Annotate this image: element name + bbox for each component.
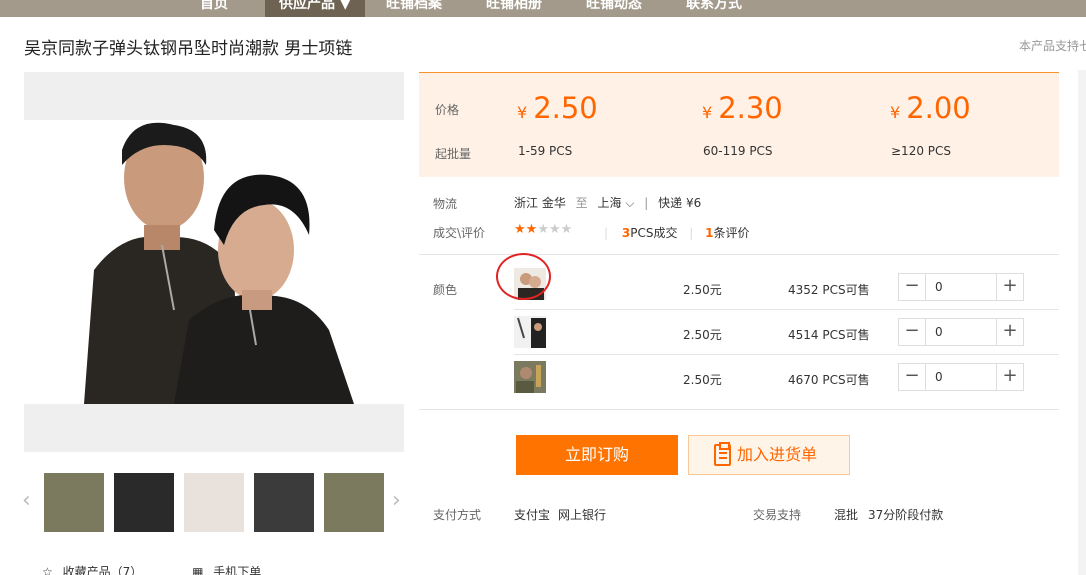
nav-products[interactable]: 供应产品 ▼ xyxy=(265,0,365,17)
trade-option: 37分阶段付款 xyxy=(868,508,944,522)
plus-button[interactable]: + xyxy=(996,274,1023,300)
mobile-order-link[interactable]: 手机下单 xyxy=(213,565,261,575)
star-icon: ★ xyxy=(514,222,526,237)
highlight-circle xyxy=(496,253,551,300)
rating-stars: ★★★★★ xyxy=(514,222,572,237)
shipping-info: 浙江 金华 至 上海 ⌵ | 快递 ¥6 xyxy=(514,196,702,210)
support-note: 本产品支持七 xyxy=(1019,39,1086,53)
review-count[interactable]: 1 xyxy=(705,226,713,240)
quantity-stepper: − + xyxy=(898,273,1024,301)
reviews-label: 成交\评价 xyxy=(433,226,486,240)
quantity-input[interactable] xyxy=(927,364,995,390)
minus-button[interactable]: − xyxy=(899,364,926,390)
deal-count[interactable]: 3 xyxy=(622,226,630,240)
minus-button[interactable]: − xyxy=(899,274,926,300)
ship-from: 浙江 金华 xyxy=(514,196,566,210)
tier-range: 1-59 PCS xyxy=(518,144,573,158)
quantity-input[interactable] xyxy=(927,274,995,300)
deal-summary: | 3PCS成交 | 1条评价 xyxy=(604,226,750,240)
plus-button[interactable]: + xyxy=(996,364,1023,390)
chevron-down-icon: ⌵ xyxy=(625,196,635,210)
thumbnail-2[interactable] xyxy=(114,473,174,532)
nav-profile[interactable]: 旺铺档案 xyxy=(372,0,456,17)
plus-button[interactable]: + xyxy=(996,319,1023,345)
nav-album[interactable]: 旺铺相册 xyxy=(472,0,556,17)
payment-label: 支付方式 xyxy=(433,508,482,522)
sku-stock: 4352 PCS可售 xyxy=(788,283,870,297)
thumbnail-strip: ‹ › xyxy=(22,472,412,534)
top-nav: 首页 供应产品 ▼ 旺铺档案 旺铺相册 旺铺动态 联系方式 xyxy=(0,0,1086,17)
thumbnail-3[interactable] xyxy=(184,473,244,532)
bottom-links: ☆ 收藏产品（7） ▦ 手机下单 xyxy=(42,563,267,575)
favorite-link[interactable]: 收藏产品（7） xyxy=(63,565,143,575)
sku-stock: 4670 PCS可售 xyxy=(788,373,870,387)
express-fee: 快递 ¥6 xyxy=(658,196,702,210)
star-icon: ★ xyxy=(525,222,538,237)
minus-button[interactable]: − xyxy=(899,319,926,345)
color-label: 颜色 xyxy=(433,283,458,297)
quantity-stepper: − + xyxy=(898,363,1024,391)
sku-price: 2.50元 xyxy=(683,283,722,297)
tier-range: 60-119 PCS xyxy=(703,144,773,158)
chevron-right-icon[interactable]: › xyxy=(392,489,401,513)
order-now-button[interactable]: 立即订购 xyxy=(516,435,678,475)
logistics-label: 物流 xyxy=(433,197,458,211)
payment-method: 支付宝 xyxy=(514,508,551,522)
trade-support-label: 交易支持 xyxy=(753,508,802,522)
tier-price: ¥2.30 xyxy=(702,91,783,125)
add-to-cart-button[interactable]: 加入进货单 xyxy=(688,435,850,475)
star-icon: ★ xyxy=(548,222,561,237)
quantity-stepper: − + xyxy=(898,318,1024,346)
trade-option: 混批 xyxy=(834,508,859,522)
thumbnail-5[interactable] xyxy=(324,473,384,532)
sku-thumbnail-2[interactable] xyxy=(514,316,546,348)
chevron-left-icon[interactable]: ‹ xyxy=(22,489,31,513)
price-box: 价格 起批量 ¥2.50 ¥2.30 ¥2.00 1-59 PCS 60-119… xyxy=(419,72,1059,177)
divider xyxy=(419,409,1059,410)
divider xyxy=(514,354,1059,355)
clipboard-icon xyxy=(714,442,731,466)
sku-thumbnail-3[interactable] xyxy=(514,361,546,393)
qrcode-icon[interactable]: ▦ xyxy=(192,565,203,575)
product-title: 吴京同款子弹头钛钢吊坠时尚潮款 男士项链 xyxy=(24,39,353,59)
star-icon: ★ xyxy=(560,222,573,237)
quantity-input[interactable] xyxy=(927,319,995,345)
nav-contact[interactable]: 联系方式 xyxy=(672,0,756,17)
main-product-image[interactable] xyxy=(24,72,404,452)
tier-range: ≥120 PCS xyxy=(891,144,952,158)
thumbnail-1[interactable] xyxy=(44,473,104,532)
tier-price: ¥2.50 xyxy=(517,91,598,125)
sku-price: 2.50元 xyxy=(683,328,722,342)
product-photo xyxy=(24,120,404,404)
add-to-cart-label: 加入进货单 xyxy=(737,445,818,464)
scrollbar[interactable] xyxy=(1078,70,1086,575)
price-label: 价格 xyxy=(435,103,460,117)
moq-label: 起批量 xyxy=(435,147,472,161)
ship-to-word: 至 xyxy=(575,196,588,210)
payment-method: 网上银行 xyxy=(558,508,607,522)
nav-home[interactable]: 首页 xyxy=(186,0,242,17)
star-icon: ★ xyxy=(537,222,549,237)
divider xyxy=(514,309,1059,310)
tier-price: ¥2.00 xyxy=(890,91,971,125)
thumbnail-4[interactable] xyxy=(254,473,314,532)
ship-to-select[interactable]: 上海 ⌵ xyxy=(598,196,635,210)
nav-news[interactable]: 旺铺动态 xyxy=(572,0,656,17)
star-outline-icon[interactable]: ☆ xyxy=(42,565,53,575)
sku-price: 2.50元 xyxy=(683,373,722,387)
sku-stock: 4514 PCS可售 xyxy=(788,328,870,342)
